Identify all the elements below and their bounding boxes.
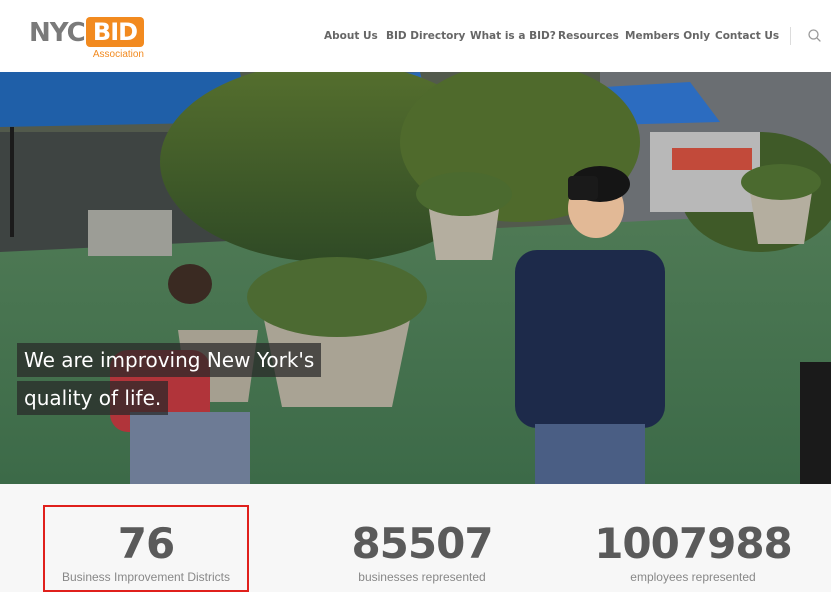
- site-header: NYC BID Association About Us BID Directo…: [0, 0, 831, 72]
- main-nav: About Us BID Directory What is a BID? Re…: [0, 0, 831, 72]
- nav-contact-us[interactable]: Contact Us: [715, 29, 779, 43]
- tagline-line-2: quality of life.: [17, 381, 169, 415]
- stat-bids-number: 76: [117, 519, 175, 568]
- hero-banner: We are improving New York's quality of l…: [0, 72, 831, 484]
- hero-tagline: We are improving New York's quality of l…: [17, 343, 322, 415]
- stats-section: 76 Business Improvement Districts 85507 …: [0, 484, 831, 592]
- hero-photo: [0, 72, 831, 484]
- stat-employees-label: employees represented: [630, 570, 756, 584]
- stat-businesses: 85507 businesses represented: [322, 519, 522, 585]
- search-icon[interactable]: [805, 26, 825, 46]
- stat-employees-number: 1007988: [594, 519, 793, 568]
- stat-businesses-number: 85507: [351, 519, 493, 568]
- nav-bid-directory[interactable]: BID Directory: [386, 29, 465, 43]
- nav-divider: [790, 27, 791, 45]
- stat-businesses-label: businesses represented: [358, 570, 486, 584]
- stat-bids: 76 Business Improvement Districts: [46, 519, 246, 585]
- nav-resources[interactable]: Resources: [558, 29, 619, 43]
- stat-employees: 1007988 employees represented: [582, 519, 804, 585]
- nav-members-only[interactable]: Members Only: [625, 29, 710, 43]
- nav-what-is-a-bid[interactable]: What is a BID?: [470, 29, 556, 43]
- tagline-line-1: We are improving New York's: [17, 343, 322, 377]
- nav-about-us[interactable]: About Us: [324, 29, 378, 43]
- stat-bids-label: Business Improvement Districts: [61, 570, 231, 584]
